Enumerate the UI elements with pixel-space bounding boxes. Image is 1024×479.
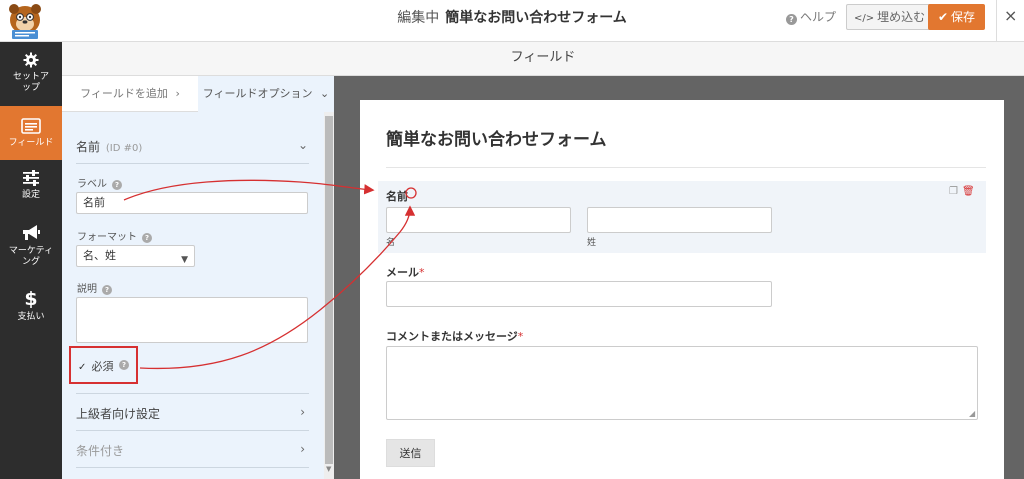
- required-mark: *: [419, 266, 425, 279]
- help-icon[interactable]: ?: [142, 233, 152, 243]
- help-icon[interactable]: ?: [112, 180, 122, 190]
- sidebar-scrollbar-thumb[interactable]: [325, 116, 333, 464]
- megaphone-icon: [23, 225, 40, 240]
- help-icon[interactable]: ?: [102, 285, 112, 295]
- select-arrow-icon: ▼: [181, 255, 188, 265]
- form-name-title: 簡単なお問い合わせフォーム: [445, 10, 627, 26]
- comment-field-label-text: コメントまたはメッセージ: [386, 330, 518, 343]
- name-field-label: 名前: [386, 190, 408, 203]
- close-icon[interactable]: ×: [1004, 6, 1017, 25]
- nav-item-fields[interactable]: フィールド: [0, 106, 62, 160]
- gear-icon: [23, 52, 39, 68]
- help-button[interactable]: ? ヘルプ: [780, 5, 842, 29]
- format-field-label: フォーマット?: [77, 228, 152, 243]
- divider: [76, 467, 309, 468]
- embed-label: 埋め込む: [877, 10, 926, 24]
- label-input-value: 名前: [83, 196, 105, 209]
- checkmark-icon: ✓: [78, 362, 87, 373]
- tab-field-options-label: フィールドオプション: [202, 87, 313, 100]
- nav-label-payments: 支払い: [17, 312, 45, 322]
- divider: [76, 430, 309, 431]
- format-select[interactable]: 名、姓 ▼: [76, 245, 195, 267]
- email-input[interactable]: [386, 281, 772, 307]
- conditional-logic-label: 条件付き: [76, 444, 125, 458]
- nav-label-settings: 設定: [21, 190, 40, 200]
- divider: [386, 167, 986, 168]
- wpforms-logo: [0, 0, 62, 42]
- help-icon: ?: [786, 14, 797, 25]
- nav-item-setup[interactable]: セットアップ: [0, 48, 62, 104]
- format-select-value: 名、姓: [83, 249, 116, 262]
- comment-field-label: コメントまたはメッセージ*: [386, 328, 523, 344]
- checkmark-icon: ✔: [937, 10, 949, 24]
- scroll-down-arrow-icon[interactable]: ▼: [326, 465, 331, 473]
- nav-item-marketing[interactable]: マーケティング: [0, 220, 62, 278]
- label-field-label-text: ラベル: [77, 179, 107, 190]
- required-checkbox[interactable]: ✓ 必須: [78, 358, 114, 374]
- chevron-right-icon: ›: [300, 405, 305, 419]
- advanced-settings-label: 上級者向け設定: [76, 407, 161, 421]
- trash-icon[interactable]: 🗑: [962, 186, 975, 197]
- required-mark: *: [517, 330, 524, 343]
- dollar-icon: $: [24, 288, 37, 308]
- nav-item-settings[interactable]: 設定: [0, 166, 62, 214]
- tab-add-fields-label: フィールドを追加: [80, 87, 168, 100]
- save-label: 保存: [951, 10, 976, 24]
- description-textarea[interactable]: [76, 297, 308, 343]
- chevron-down-icon: ⌄: [297, 138, 308, 152]
- top-bar: 編集中 簡単なお問い合わせフォーム ? ヘルプ </> 埋め込む ✔ 保存 ×: [0, 0, 1024, 42]
- duplicate-icon[interactable]: ❐: [949, 186, 958, 197]
- label-input[interactable]: 名前: [76, 192, 308, 214]
- tab-field-options[interactable]: フィールドオプション ⌄: [198, 76, 334, 112]
- first-name-input[interactable]: [386, 207, 571, 233]
- last-name-sublabel: 姓: [587, 238, 597, 248]
- submit-button[interactable]: 送信: [386, 439, 435, 467]
- description-field-label: 説明?: [77, 280, 112, 295]
- divider: [76, 163, 309, 164]
- chevron-right-icon: ›: [175, 87, 180, 100]
- help-label: ヘルプ: [800, 10, 837, 24]
- divider: [76, 393, 309, 394]
- description-field-label-text: 説明: [77, 284, 97, 295]
- edit-mode-label: 編集中: [397, 10, 440, 26]
- nav-item-payments[interactable]: $ 支払い: [0, 286, 62, 330]
- label-field-label: ラベル?: [77, 175, 122, 190]
- field-name: 名前: [76, 140, 101, 154]
- comment-textarea[interactable]: [386, 346, 978, 420]
- embed-button[interactable]: </> 埋め込む: [846, 4, 934, 30]
- email-field-label-text: メール: [386, 266, 419, 279]
- help-icon[interactable]: ?: [119, 360, 129, 370]
- code-icon: </>: [854, 13, 875, 24]
- field-options-heading[interactable]: 名前 (ID #0) ⌄: [76, 138, 308, 155]
- nav-label-fields: フィールド: [8, 138, 54, 148]
- chevron-down-icon: ⌄: [320, 87, 330, 100]
- format-field-label-text: フォーマット: [77, 232, 137, 243]
- field-id: (ID #0): [105, 143, 143, 154]
- first-name-sublabel: 名: [386, 238, 396, 248]
- last-name-input[interactable]: [587, 207, 772, 233]
- sliders-icon: [23, 170, 39, 186]
- svg-text:$: $: [24, 288, 37, 308]
- field-actions: ❐ 🗑: [949, 186, 975, 197]
- toolbar-divider: [996, 0, 997, 42]
- tab-add-fields[interactable]: フィールドを追加 ›: [62, 76, 198, 112]
- nav-label-setup: セットアップ: [12, 72, 49, 93]
- fields-icon: [21, 118, 41, 134]
- chevron-right-icon: ›: [300, 442, 305, 456]
- panel-header: フィールド: [62, 42, 1024, 76]
- advanced-settings-toggle[interactable]: 上級者向け設定 ›: [76, 405, 309, 422]
- conditional-logic-toggle[interactable]: 条件付き ›: [76, 442, 309, 459]
- panel-header-title: フィールド: [510, 50, 576, 65]
- email-field-label: メール*: [386, 264, 425, 280]
- resize-grip-icon[interactable]: ◢: [969, 409, 975, 418]
- form-preview-title: 簡単なお問い合わせフォーム: [386, 130, 607, 150]
- nav-label-marketing: マーケティング: [8, 246, 54, 267]
- save-button[interactable]: ✔ 保存: [928, 4, 985, 30]
- left-navigation: セットアップ フィールド 設定 マーケティング $ 支払い: [0, 42, 62, 479]
- sidebar-tabs: フィールドを追加 › フィールドオプション ⌄: [62, 76, 334, 112]
- required-label: 必須: [91, 360, 114, 373]
